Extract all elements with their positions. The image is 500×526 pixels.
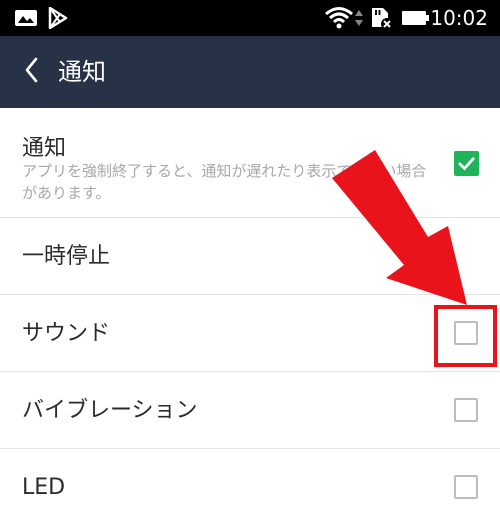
image-icon bbox=[14, 0, 38, 36]
setting-row-led[interactable]: LED bbox=[0, 449, 500, 526]
sound-checkbox[interactable] bbox=[454, 321, 478, 345]
vibration-checkbox[interactable] bbox=[454, 398, 478, 422]
setting-description: アプリを強制終了すると、通知が遅れたり表示できない場合があります。 bbox=[22, 162, 427, 202]
back-button[interactable] bbox=[10, 50, 54, 94]
setting-row-sound[interactable]: サウンド bbox=[0, 295, 500, 372]
led-checkbox[interactable] bbox=[454, 475, 478, 499]
app-bar: 通知 bbox=[0, 36, 500, 108]
notification-checkbox[interactable] bbox=[454, 151, 479, 176]
setting-title: バイブレーション bbox=[22, 398, 198, 423]
setting-row-notification[interactable]: 通知 アプリを強制終了すると、通知が遅れたり表示できない場合があります。 bbox=[0, 108, 500, 218]
check-icon bbox=[458, 157, 475, 171]
setting-title: サウンド bbox=[22, 321, 111, 346]
battery-icon bbox=[401, 0, 431, 36]
wifi-icon bbox=[324, 0, 354, 36]
clock: 10:02 bbox=[430, 6, 488, 30]
settings-list: 通知 アプリを強制終了すると、通知が遅れたり表示できない場合があります。 一時停… bbox=[0, 108, 500, 526]
setting-row-pause[interactable]: 一時停止 bbox=[0, 218, 500, 295]
play-store-icon bbox=[48, 0, 68, 36]
chevron-left-icon bbox=[22, 56, 42, 88]
setting-title: LED bbox=[22, 475, 66, 500]
status-bar: 10:02 bbox=[0, 0, 500, 36]
setting-title: 一時停止 bbox=[22, 244, 111, 269]
setting-row-vibration[interactable]: バイブレーション bbox=[0, 372, 500, 449]
page-title: 通知 bbox=[58, 58, 106, 86]
settings-screen: 10:02 通知 通知 アプリを強制終了すると、通知が遅れたり表示できない場合が… bbox=[0, 0, 500, 526]
setting-title: 通知 bbox=[22, 136, 67, 161]
sd-card-icon bbox=[368, 0, 394, 36]
signal-arrows-icon bbox=[354, 0, 364, 36]
